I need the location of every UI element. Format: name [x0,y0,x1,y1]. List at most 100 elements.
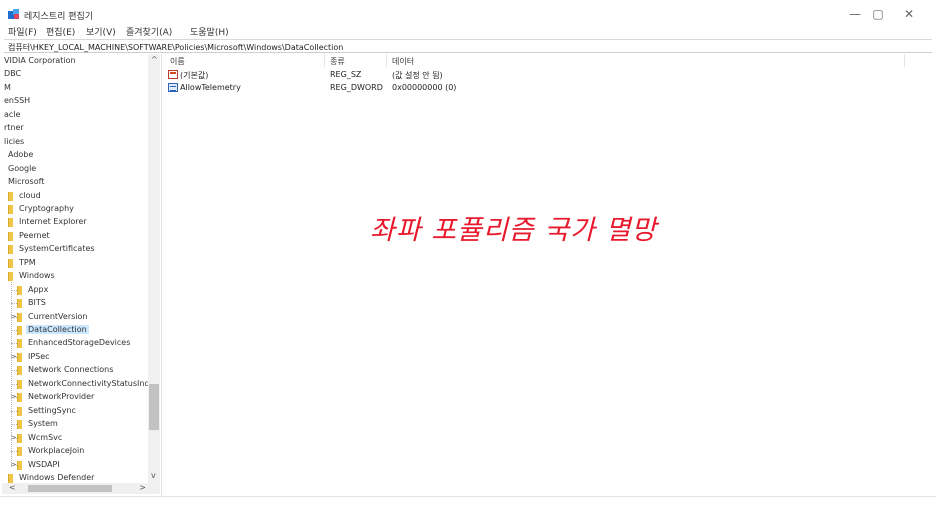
tree-item[interactable]: enSSH [2,95,148,108]
tree-item-label: WorkplaceJoin [28,446,85,456]
scroll-left-icon[interactable]: < [9,483,16,492]
menu-file[interactable]: 파일(F) [8,25,37,38]
value-row[interactable]: (기본값) REG_SZ (값 설정 안 됨) [164,69,904,81]
folder-icon [17,460,22,470]
tree-item-label: SystemCertificates [19,244,95,254]
value-list-pane[interactable]: 이름 종류 데이터 (기본값) REG_SZ (값 설정 안 됨) AllowTele… [164,54,934,496]
tree-item-label: Windows Defender [19,472,95,482]
tree-item-label: BITS [28,298,46,308]
dword-value-icon [168,83,178,92]
tree-item[interactable]: SettingSync [2,405,148,418]
tree-item-label: System [28,419,58,429]
tree-item[interactable]: Microsoft [2,176,148,189]
scroll-up-icon[interactable]: ^ [151,55,158,64]
tree-item[interactable]: Peernet [2,230,148,243]
folder-icon [17,326,22,335]
tree-item-label: cloud [19,190,41,200]
tree-item-label: WcmSvc [28,432,63,442]
tree-item-label: Peernet [19,230,50,240]
tree-item[interactable]: Internet Explorer [2,216,148,229]
minimize-button[interactable]: — [843,5,867,23]
scroll-right-icon[interactable]: > [139,483,146,492]
column-header-type[interactable]: 종류 [330,56,345,67]
tree-item[interactable]: > CurrentVersion [2,311,148,324]
tree-vertical-scroll-thumb[interactable] [149,384,159,430]
tree-item[interactable]: NetworkConnectivityStatusInd [2,378,148,391]
tree-item[interactable]: Appx [2,284,148,297]
tree-item-label: Windows [19,271,55,281]
column-header-data[interactable]: 데이터 [392,56,414,67]
value-type: REG_DWORD [330,83,383,92]
tree-item[interactable]: WorkplaceJoin [2,445,148,458]
scroll-down-icon[interactable]: v [151,471,156,480]
folder-icon [8,218,13,228]
tree-item[interactable]: DBC [2,68,148,81]
tree-horizontal-scrollbar[interactable]: < > [2,483,160,494]
tree-item-label: Cryptography [19,203,74,213]
tree-item-label: EnhancedStorageDevices [28,338,131,348]
tree-item[interactable]: EnhancedStorageDevices [2,337,148,350]
tree-item[interactable]: DataCollection [2,324,148,337]
tree-item-label: rtner [4,123,24,133]
column-divider[interactable] [324,54,325,67]
tree-item-label: Internet Explorer [19,217,87,227]
menu-bar: 파일(F) 편집(E) 보기(V) 즐겨찾기(A) 도움말(H) [0,24,936,38]
column-divider[interactable] [386,54,387,67]
tree-item[interactable]: VIDIA Corporation [2,55,148,68]
tree-item-label: Microsoft [8,177,45,187]
folder-icon [17,299,22,309]
folder-icon [17,406,22,416]
tree-item-label: IPSec [28,351,50,361]
tree-item[interactable]: > IPSec [2,351,148,364]
overlay-caption: 좌파 포퓰리즘 국가 멸망 [370,215,658,246]
tree-item[interactable]: SystemCertificates [2,243,148,256]
value-data: 0x00000000 (0) [392,83,457,92]
tree-item[interactable]: > WcmSvc [2,432,148,445]
value-type: REG_SZ [330,70,362,79]
tree-item-label: Appx [28,284,49,294]
tree-vertical-scrollbar[interactable]: ^ v [148,54,160,483]
tree-item[interactable]: Google [2,163,148,176]
tree-item[interactable]: M [2,82,148,95]
maximize-button[interactable]: ▢ [866,5,890,23]
status-bar [0,496,936,509]
folder-icon [17,339,22,349]
tree-item[interactable]: > NetworkProvider [2,391,148,404]
tree-item-label: DataCollection [26,325,89,334]
folder-icon [8,473,13,483]
value-row[interactable]: AllowTelemetry REG_DWORD 0x00000000 (0) [164,82,904,94]
tree-item-label: Network Connections [28,365,114,375]
tree-item[interactable]: Network Connections [2,364,148,377]
menu-edit[interactable]: 편집(E) [46,25,75,38]
tree-item-label: Google [8,163,37,173]
tree-item[interactable]: Cryptography [2,203,148,216]
tree-item-label: Adobe [8,150,34,160]
tree-item[interactable]: Adobe [2,149,148,162]
folder-icon [17,352,22,362]
tree-item[interactable]: System [2,418,148,431]
address-bar[interactable]: 컴퓨터\HKEY_LOCAL_MACHINE\SOFTWARE\Policies… [4,39,932,53]
tree-item[interactable]: TPM [2,257,148,270]
tree-item[interactable]: acle [2,109,148,122]
tree-guide-line [11,282,12,466]
folder-icon [8,258,13,268]
tree-item[interactable]: rtner [2,122,148,135]
tree-item[interactable]: > WSDAPI [2,459,148,472]
folder-icon [8,231,13,241]
address-path[interactable]: 컴퓨터\HKEY_LOCAL_MACHINE\SOFTWARE\Policies… [8,42,343,53]
tree-item[interactable]: cloud [2,190,148,203]
tree-item[interactable]: Windows [2,270,148,283]
folder-icon [17,285,22,295]
pane-splitter[interactable] [161,54,162,496]
tree-horizontal-scroll-thumb[interactable] [28,485,112,492]
menu-view[interactable]: 보기(V) [86,25,116,38]
tree-item[interactable]: BITS [2,297,148,310]
column-divider[interactable] [904,54,905,67]
column-header-name[interactable]: 이름 [170,56,185,67]
tree-item-label: VIDIA Corporation [4,56,76,65]
menu-favorites[interactable]: 즐겨찾기(A) [126,25,172,38]
key-tree-pane[interactable]: VIDIA Corporation DBC MenSSH acle rtner licie… [2,54,148,496]
tree-item[interactable]: licies [2,136,148,149]
menu-help[interactable]: 도움말(H) [190,25,229,38]
close-button[interactable]: ✕ [897,5,921,23]
